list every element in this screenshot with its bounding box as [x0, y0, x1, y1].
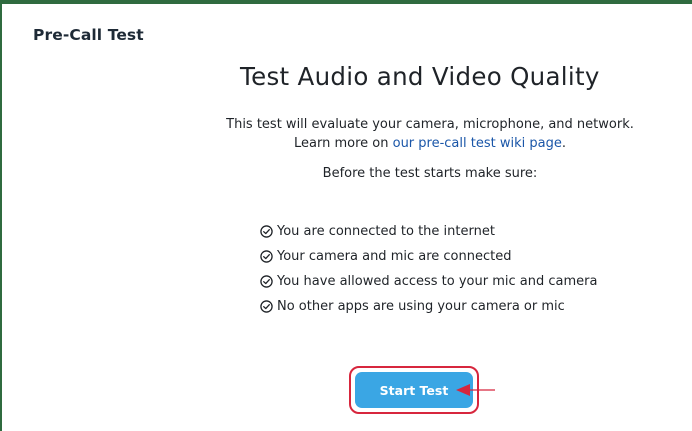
- checklist-item-label: You have allowed access to your mic and …: [277, 273, 598, 289]
- checklist-item: Your camera and mic are connected: [260, 246, 597, 266]
- checklist-item: You are connected to the internet: [260, 221, 597, 241]
- checklist-item: You have allowed access to your mic and …: [260, 271, 597, 291]
- checklist: You are connected to the internet Your c…: [260, 221, 597, 321]
- arrow-left-icon: [456, 384, 495, 396]
- check-circle-icon: [260, 299, 273, 313]
- description-suffix: .: [561, 136, 566, 151]
- checklist-item: No other apps are using your camera or m…: [260, 296, 597, 316]
- page-title: Test Audio and Video Quality: [240, 62, 600, 91]
- check-circle-icon: [260, 224, 273, 238]
- wiki-link[interactable]: our pre-call test wiki page: [393, 136, 562, 151]
- page-header-title: Pre-Call Test: [33, 26, 144, 44]
- checklist-item-label: No other apps are using your camera or m…: [277, 298, 565, 314]
- description-prefix: Learn more on: [294, 136, 393, 151]
- description-line-2: Learn more on our pre-call test wiki pag…: [200, 136, 660, 151]
- description-line-1: This test will evaluate your camera, mic…: [226, 117, 634, 132]
- check-circle-icon: [260, 249, 273, 263]
- check-circle-icon: [260, 274, 273, 288]
- before-test-text: Before the test starts make sure:: [322, 166, 538, 181]
- checklist-item-label: You are connected to the internet: [277, 223, 495, 239]
- checklist-item-label: Your camera and mic are connected: [277, 248, 512, 264]
